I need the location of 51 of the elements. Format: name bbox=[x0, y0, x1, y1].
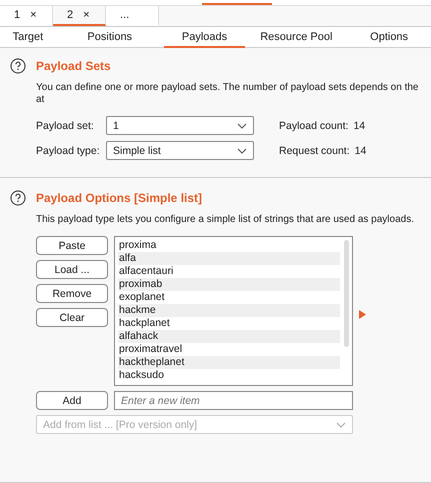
count-label: Payload count: bbox=[279, 120, 348, 132]
help-icon[interactable] bbox=[10, 190, 26, 206]
dropdown[interactable]: 1 bbox=[106, 116, 254, 135]
chevron-down-icon bbox=[336, 422, 346, 428]
list-item[interactable]: hacksudo bbox=[118, 369, 340, 382]
tab-label: 1 bbox=[14, 9, 20, 21]
add-button[interactable]: Add bbox=[36, 391, 108, 410]
tab[interactable]: Options bbox=[347, 27, 431, 48]
payload-list[interactable]: proxima alfa alfacentauri proximab exoplanet hackme hackplanet alfahack proximatravel hacktheplanet hacksudo bbox=[114, 236, 353, 386]
new-item-field[interactable]: Enter a new item bbox=[114, 391, 353, 410]
list-item[interactable]: alfa bbox=[118, 252, 340, 265]
tab-label: 2 bbox=[67, 9, 74, 21]
field-label: Payload type: bbox=[36, 144, 101, 156]
close-icon[interactable]: × bbox=[83, 9, 90, 21]
tab[interactable]: Resource Pool bbox=[245, 27, 348, 48]
active-tab-indicator bbox=[202, 0, 272, 5]
list-action-button[interactable]: Clear bbox=[36, 308, 108, 327]
instance-tab[interactable]: 1 × bbox=[0, 6, 53, 26]
list-item[interactable]: proxima bbox=[118, 239, 340, 252]
list-item[interactable]: proximatravel bbox=[118, 343, 340, 356]
list-item[interactable]: proximab bbox=[118, 278, 340, 291]
section-description: You can define one or more payload sets. The number of payload sets depends on the at bbox=[36, 82, 420, 106]
list-action-button[interactable]: Paste bbox=[36, 236, 108, 255]
scrollbar[interactable] bbox=[344, 240, 349, 347]
list-item[interactable]: alfahack bbox=[118, 330, 340, 343]
count-label: Request count: bbox=[279, 144, 350, 156]
count-value: 14 bbox=[353, 120, 366, 132]
tab[interactable]: Target bbox=[0, 27, 56, 48]
dropdown[interactable]: Simple list bbox=[106, 141, 254, 160]
list-item[interactable]: hacktheplanet bbox=[118, 356, 340, 369]
field-label: Payload set: bbox=[36, 120, 95, 132]
chevron-down-icon bbox=[237, 122, 247, 128]
list-item[interactable]: alfacentauri bbox=[118, 265, 340, 278]
tab-label: ... bbox=[120, 9, 130, 21]
count-value: 14 bbox=[354, 144, 366, 156]
list-item[interactable]: hackme bbox=[118, 304, 340, 317]
tab[interactable]: Positions bbox=[56, 27, 164, 48]
section-title: Payload Options [Simple list] bbox=[36, 191, 202, 205]
chevron-down-icon bbox=[237, 148, 247, 154]
play-icon[interactable] bbox=[359, 310, 366, 319]
instance-tab[interactable]: ... bbox=[106, 6, 159, 26]
section-title: Payload Sets bbox=[36, 59, 111, 73]
list-item[interactable]: exoplanet bbox=[118, 291, 340, 304]
list-action-button[interactable]: Remove bbox=[36, 284, 108, 303]
instance-tab[interactable]: 2 × bbox=[53, 6, 106, 26]
close-icon[interactable]: × bbox=[30, 9, 37, 21]
tab[interactable]: Payloads bbox=[164, 27, 246, 48]
section-description: This payload type lets you configure a simple list of strings that are used as payloads. bbox=[36, 214, 415, 226]
help-icon[interactable] bbox=[10, 58, 26, 74]
list-action-button[interactable]: Load ... bbox=[36, 260, 108, 279]
list-item[interactable]: hackplanet bbox=[118, 317, 340, 330]
